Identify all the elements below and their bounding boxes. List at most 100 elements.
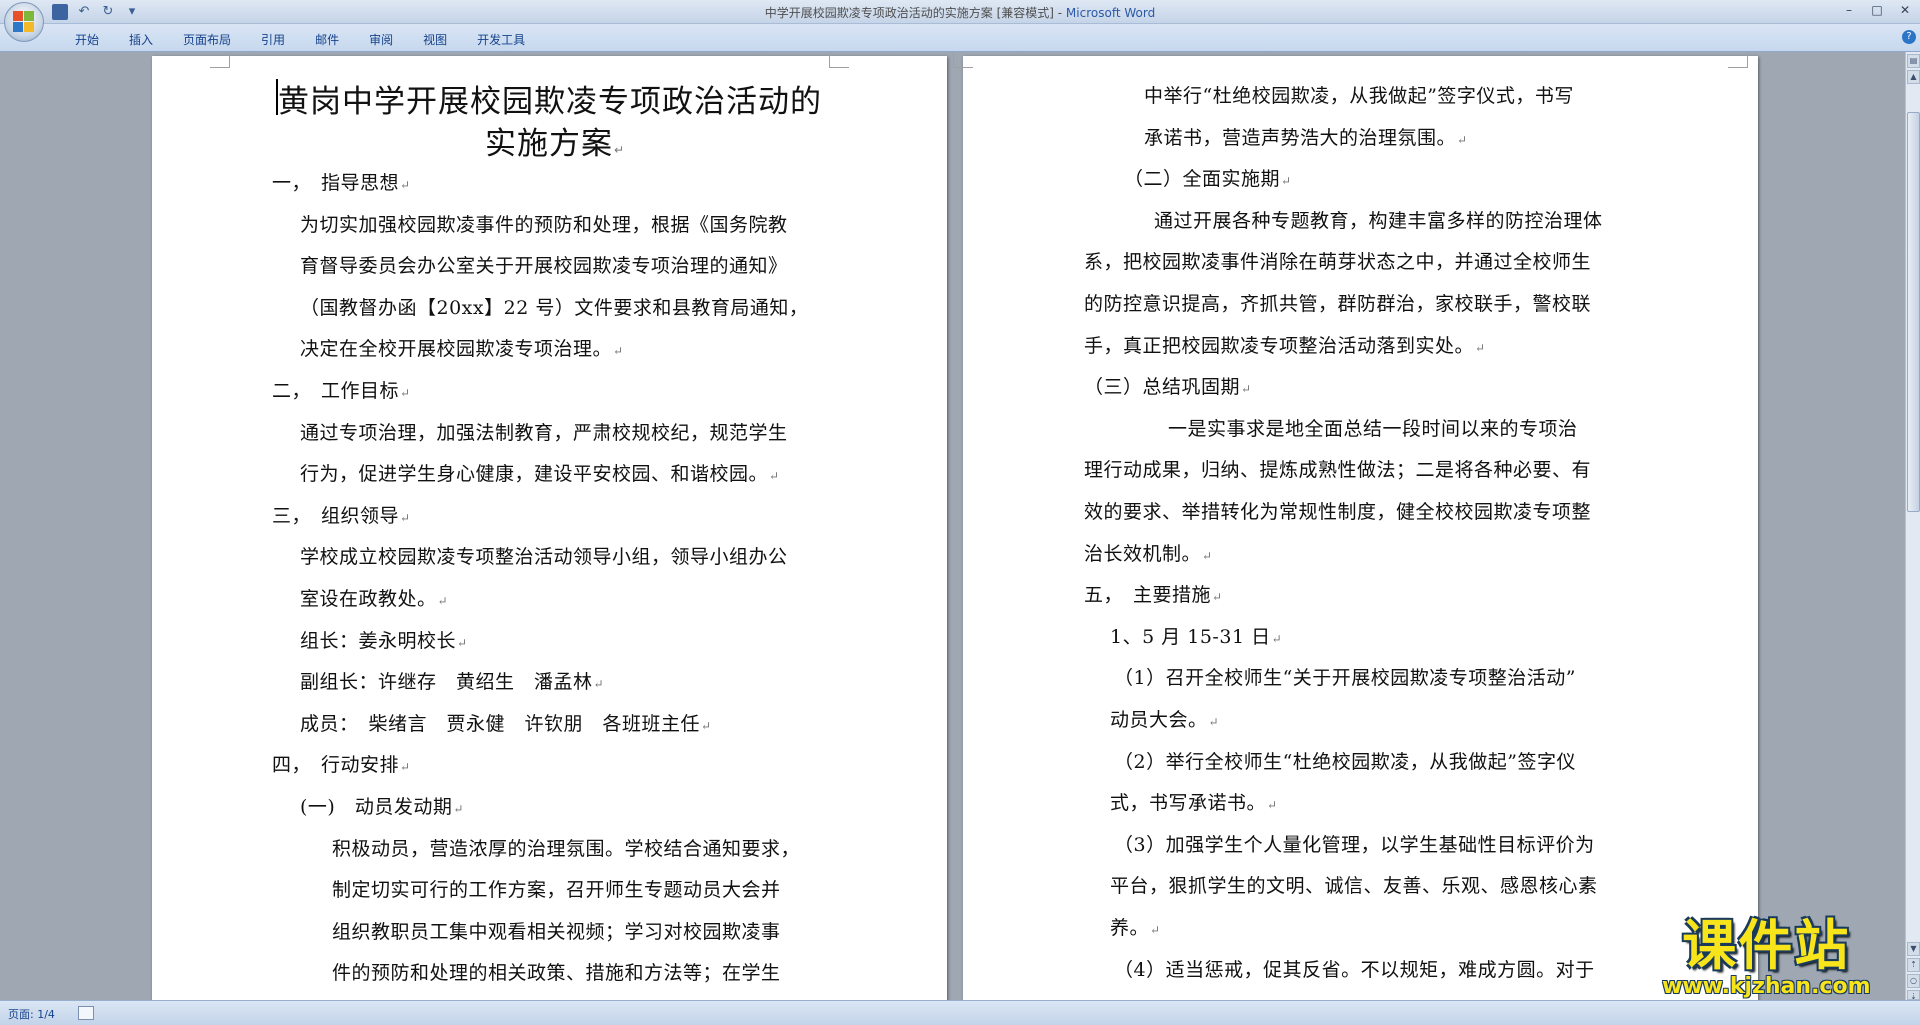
text-line: 效的要求、举措转化为常规性制度，健全校校园欺凌专项整 — [1084, 497, 1591, 524]
previous-page-icon[interactable]: ⇡ — [1907, 958, 1920, 972]
text-line-content: 决定在全校开展校园欺凌专项治理。 — [300, 338, 613, 361]
paragraph-mark: ↵ — [1202, 548, 1213, 563]
text-line: 手，真正把校园欺凌专项整治活动落到实处。↵ — [1084, 331, 1486, 358]
page-1[interactable]: 黄岗中学开展校园欺凌专项政治活动的 实施方案↵ 一， 指导思想↵ 为切实加强校园欺… — [152, 52, 947, 1000]
office-logo-icon — [13, 11, 35, 33]
paragraph-mark: ↵ — [400, 386, 411, 400]
text-line: 副组长：许继存 黄绍生 潘孟林↵ — [300, 667, 604, 694]
tab-7[interactable]: 开发工具 — [462, 29, 540, 49]
ribbon: 开始 插入 页面布局 引用 邮件 审阅 视图 开发工具 ? — [0, 24, 1920, 52]
text-line-content: 效的要求、举措转化为常规性制度，健全校校园欺凌专项整 — [1084, 501, 1592, 523]
tab-4[interactable]: 邮件 — [300, 29, 354, 49]
browse-object-icon[interactable]: ○ — [1907, 974, 1920, 988]
page-2[interactable]: 中举行“杜绝校园欺凌，从我做起”签字仪式，书写 承诺书，营造声势浩大的治理氛围。↵… — [953, 52, 1758, 1000]
text-line-content: （2）举行全校师生“杜绝校园欺凌，从我做起”签字仪 — [1114, 750, 1577, 773]
text-line: （3）加强学生个人量化管理，以学生基础性目标评价为 — [1114, 830, 1595, 857]
tab-0[interactable]: 开始 — [60, 29, 114, 49]
text-line-content: 1、5 月 15-31 日 — [1110, 625, 1271, 648]
paragraph-mark: ↵ — [400, 760, 411, 775]
text-line-content: 积极动员，营造浓厚的治理氛围。学校结合通知要求， — [332, 837, 801, 860]
scroll-up-icon[interactable]: ▲ — [1907, 70, 1920, 84]
paragraph-mark: ↵ — [457, 635, 468, 650]
text-line: 育督导委员会办公室关于开展校园欺凌专项治理的通知》 — [300, 251, 788, 278]
crop-mark — [210, 52, 230, 68]
paragraph-mark: ↵ — [769, 469, 780, 484]
paragraph-mark: ↵ — [400, 178, 411, 192]
text-line-content: 治长效机制。 — [1084, 542, 1202, 565]
tab-6[interactable]: 视图 — [408, 29, 462, 49]
scroll-down-icon[interactable]: ▼ — [1907, 942, 1920, 956]
paragraph-mark: ↵ — [400, 510, 411, 525]
text-line-content: 二， 工作目标 — [272, 380, 400, 402]
paragraph-mark: ↵ — [1267, 798, 1278, 813]
text-line-content: （3）加强学生个人量化管理，以学生基础性目标评价为 — [1114, 833, 1595, 856]
text-line: 三， 组织领导↵ — [272, 501, 411, 528]
text-line-content: 副组长：许继存 黄绍生 潘孟林 — [300, 671, 593, 694]
window-title: 中学开展校园欺凌专项政治活动的实施方案 [兼容模式] - Microsoft W… — [0, 4, 1920, 21]
app-name: Microsoft Word — [1065, 6, 1156, 20]
text-line-content: 系，把校园欺凌事件消除在萌芽状态之中，并通过全校师生 — [1084, 251, 1592, 274]
next-page-icon[interactable]: ⇣ — [1907, 990, 1920, 1001]
text-line-content: 为切实加强校园欺凌事件的预防和处理，根据《国务院教 — [300, 213, 788, 236]
text-line: 五， 主要措施↵ — [1084, 580, 1223, 607]
tab-5[interactable]: 审阅 — [354, 29, 408, 49]
text-line: 学校成立校园欺凌专项整治活动领导小组，领导小组办公 — [300, 542, 788, 569]
minimize-icon[interactable]: – — [1840, 2, 1858, 18]
help-icon[interactable]: ? — [1902, 30, 1916, 44]
text-line-content: 五， 主要措施 — [1084, 584, 1212, 607]
text-line-content: 养。 — [1110, 917, 1150, 939]
watermark-logo: 课件站 www.kjzhan.com — [1662, 918, 1871, 1000]
text-line-content: 育督导委员会办公室关于开展校园欺凌专项治理的通知》 — [300, 255, 788, 278]
paragraph-mark: ↵ — [701, 718, 712, 733]
status-page-number[interactable]: 页面: 1/4 — [8, 1006, 55, 1022]
text-line: 通过专项治理，加强法制教育，严肃校规校纪，规范学生 — [300, 418, 788, 445]
text-line-content: 组长：姜永明校长 — [300, 629, 457, 652]
text-line: （三）总结巩固期↵ — [1084, 372, 1252, 399]
tab-3[interactable]: 引用 — [246, 29, 300, 49]
paragraph-mark: ↵ — [453, 802, 464, 816]
paragraph-mark: ↵ — [1475, 340, 1486, 355]
text-line: （1）召开全校师生“关于开展校园欺凌专项整治活动” — [1114, 663, 1576, 690]
text-line: 平台，狠抓学生的文明、诚信、友善、乐观、感恩核心素 — [1110, 871, 1598, 898]
paragraph-mark: ↵ — [593, 677, 605, 692]
text-line-content: （二）全面实施期 — [1124, 168, 1281, 191]
text-line: 为切实加强校园欺凌事件的预防和处理，根据《国务院教 — [300, 210, 788, 237]
text-line: （国教督办函【20xx】22 号）文件要求和县教育局通知， — [300, 293, 808, 320]
paragraph-mark: ↵ — [1208, 715, 1220, 729]
vertical-scrollbar[interactable]: ▤ ▲ ▼ ⇡ ○ ⇣ — [1905, 52, 1920, 1001]
text-line-content: 承诺书，营造声势浩大的治理氛围。 — [1144, 126, 1457, 149]
ruler-toggle-icon[interactable]: ▤ — [1907, 54, 1920, 68]
document-area[interactable]: 黄岗中学开展校园欺凌专项政治活动的 实施方案↵ 一， 指导思想↵ 为切实加强校园欺… — [0, 52, 1905, 1000]
text-line: 二， 工作目标↵ — [272, 376, 411, 403]
maximize-icon[interactable]: □ — [1868, 2, 1886, 18]
proofing-icon[interactable] — [78, 1006, 94, 1020]
text-line-content: 行为，促进学生身心健康，建设平安校园、和谐校园。 — [300, 463, 769, 486]
tab-2[interactable]: 页面布局 — [168, 29, 246, 49]
scroll-thumb[interactable] — [1907, 112, 1920, 512]
text-line-content: (一) 动员发动期 — [300, 796, 453, 818]
ribbon-tabs: 开始 插入 页面布局 引用 邮件 审阅 视图 开发工具 — [60, 29, 540, 49]
paragraph-mark: ↵ — [1150, 923, 1161, 937]
text-line-content: 通过开展各种专题教育，构建丰富多样的防控治理体 — [1154, 209, 1603, 232]
text-line-content: （1）召开全校师生“关于开展校园欺凌专项整治活动” — [1114, 667, 1577, 690]
text-line-content: 的防控意识提高，齐抓共管，群防群治，家校联手，警校联 — [1084, 293, 1592, 315]
paragraph-mark: ↵ — [613, 344, 624, 359]
text-line-content: 动员大会。 — [1110, 709, 1208, 731]
document-title-line-2: 实施方案↵ — [485, 126, 626, 162]
text-line-content: 理行动成果，归纳、提炼成熟性做法；二是将各种必要、有 — [1084, 459, 1592, 482]
tab-1[interactable]: 插入 — [114, 29, 168, 49]
title-bar: ↶ ↻ ▾ 中学开展校园欺凌专项政治活动的实施方案 [兼容模式] - Micro… — [0, 0, 1920, 24]
paragraph-mark: ↵ — [1271, 631, 1283, 646]
crop-mark — [1728, 52, 1748, 68]
text-line-content: 通过专项治理，加强法制教育，严肃校规校纪，规范学生 — [300, 421, 788, 444]
text-line-content: 三， 组织领导 — [272, 504, 400, 527]
text-line: 1、5 月 15-31 日↵ — [1110, 622, 1282, 649]
text-line: 行为，促进学生身心健康，建设平安校园、和谐校园。↵ — [300, 459, 780, 486]
text-line: （二）全面实施期↵ — [1124, 164, 1292, 191]
office-button[interactable] — [4, 2, 44, 42]
text-line: （4）适当惩戒，促其反省。不以规矩，难成方圆。对于 — [1114, 955, 1595, 982]
paragraph-mark: ↵ — [1212, 590, 1223, 605]
crop-mark — [829, 52, 849, 68]
watermark-url: www.kjzhan.com — [1662, 974, 1871, 999]
close-icon[interactable]: ✕ — [1896, 2, 1914, 18]
